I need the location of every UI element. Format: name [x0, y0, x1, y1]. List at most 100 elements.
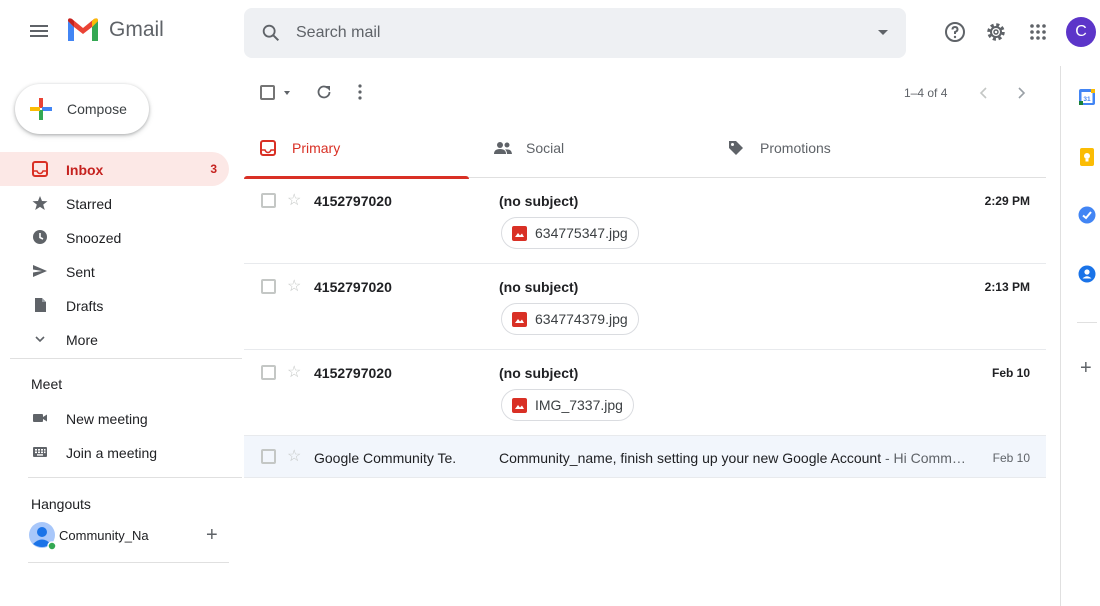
- email-sender: 4152797020: [314, 365, 392, 381]
- rail-divider: [1077, 322, 1097, 323]
- compose-label: Compose: [67, 101, 127, 117]
- email-time: 2:29 PM: [984, 194, 1030, 208]
- sidebar-item-sent[interactable]: Sent: [0, 254, 232, 288]
- new-meeting-item[interactable]: New meeting: [0, 401, 232, 435]
- select-dropdown-icon[interactable]: [284, 91, 290, 95]
- tab-social[interactable]: Social: [478, 118, 703, 178]
- keep-icon[interactable]: [1078, 148, 1096, 166]
- tab-primary[interactable]: Primary: [244, 118, 469, 179]
- star-toggle-icon[interactable]: ☆: [287, 449, 301, 465]
- next-page-icon[interactable]: [1016, 86, 1026, 100]
- main-menu-button[interactable]: [28, 22, 50, 44]
- sidebar-item-more[interactable]: More: [0, 322, 232, 356]
- tag-icon: [729, 141, 743, 155]
- inbox-icon: [32, 161, 48, 177]
- search-bar[interactable]: [244, 8, 906, 58]
- inbox-icon: [260, 140, 276, 156]
- search-input[interactable]: [296, 8, 856, 58]
- join-meeting-item[interactable]: Join a meeting: [0, 435, 232, 469]
- new-meeting-label: New meeting: [66, 411, 148, 427]
- tab-promotions[interactable]: Promotions: [712, 118, 937, 178]
- tasks-icon[interactable]: [1078, 206, 1096, 224]
- sidebar-item-snoozed[interactable]: Snoozed: [0, 220, 232, 254]
- hangouts-user-name: Community_Na: [59, 528, 149, 543]
- people-icon: [494, 142, 512, 154]
- email-subject: (no subject): [499, 279, 579, 295]
- image-file-icon: [512, 311, 527, 327]
- row-checkbox[interactable]: [261, 279, 276, 294]
- attachment-chip[interactable]: 634774379.jpg: [501, 303, 639, 335]
- select-all-checkbox[interactable]: [260, 85, 275, 100]
- row-checkbox[interactable]: [261, 449, 276, 464]
- app-name: Gmail: [109, 18, 164, 41]
- sidebar-item-starred[interactable]: Starred: [0, 186, 232, 220]
- join-meeting-label: Join a meeting: [66, 445, 158, 461]
- attachment-chip[interactable]: 634775347.jpg: [501, 217, 639, 249]
- email-subject: (no subject): [499, 365, 579, 381]
- email-subject-snippet: Community_name, finish setting up your n…: [499, 450, 966, 466]
- search-options-icon[interactable]: [878, 30, 888, 35]
- chevron-down-icon: [35, 336, 45, 343]
- email-row[interactable]: ☆ 4152797020 (no subject) Feb 10 IMG_733…: [244, 350, 1046, 436]
- sidebar-item-inbox[interactable]: Inbox 3: [0, 152, 229, 186]
- more-options-icon[interactable]: [356, 83, 364, 101]
- star-icon: [32, 196, 48, 210]
- video-icon: [33, 414, 47, 422]
- email-row[interactable]: ☆ 4152797020 (no subject) 2:13 PM 634774…: [244, 264, 1046, 350]
- draft-icon: [35, 298, 46, 312]
- image-file-icon: [512, 397, 527, 413]
- top-bar: Gmail C: [0, 0, 1100, 66]
- row-checkbox[interactable]: [261, 193, 276, 208]
- sidebar-nav: Inbox 3 Starred Snoozed Sent Drafts More: [0, 152, 232, 356]
- email-sender: 4152797020: [314, 193, 392, 209]
- row-checkbox[interactable]: [261, 365, 276, 380]
- plus-icon: [30, 98, 52, 120]
- gmail-logo[interactable]: Gmail: [66, 17, 164, 43]
- email-subject: Community_name, finish setting up your n…: [499, 450, 882, 466]
- apps-grid-icon[interactable]: [1026, 20, 1050, 44]
- gmail-m-icon: [68, 18, 98, 41]
- send-icon: [33, 265, 47, 277]
- attachment-name: 634774379.jpg: [535, 311, 628, 327]
- attachment-name: 634775347.jpg: [535, 225, 628, 241]
- account-avatar[interactable]: C: [1066, 17, 1096, 47]
- email-time: Feb 10: [991, 366, 1030, 380]
- previous-page-icon[interactable]: [979, 86, 989, 100]
- sidebar-item-label: Snoozed: [66, 230, 122, 246]
- pagination-text: 1–4 of 4: [904, 86, 948, 100]
- help-icon[interactable]: [943, 20, 967, 44]
- attachment-chip[interactable]: IMG_7337.jpg: [501, 389, 634, 421]
- user-avatar-icon: [29, 522, 57, 551]
- mail-toolbar: 1–4 of 4: [244, 70, 1046, 116]
- tab-label: Primary: [292, 140, 341, 156]
- email-sender: 4152797020: [314, 279, 392, 295]
- tab-label: Social: [526, 140, 565, 156]
- settings-icon[interactable]: [984, 20, 1008, 44]
- get-addons-icon[interactable]: +: [1080, 357, 1092, 380]
- email-list: ☆ 4152797020 (no subject) 2:29 PM 634775…: [244, 178, 1046, 478]
- compose-button[interactable]: Compose: [15, 84, 149, 134]
- star-toggle-icon[interactable]: ☆: [287, 365, 301, 381]
- add-hangout-icon[interactable]: +: [206, 524, 218, 547]
- hangouts-section-title: Hangouts: [31, 496, 91, 512]
- sidebar-item-label: Inbox: [66, 162, 104, 178]
- star-toggle-icon[interactable]: ☆: [287, 193, 301, 209]
- contacts-icon[interactable]: [1078, 265, 1096, 283]
- email-snippet: - Hi Comm…: [881, 450, 966, 466]
- side-panel-rail: 31 +: [1060, 66, 1100, 606]
- refresh-icon[interactable]: [315, 83, 333, 101]
- calendar-icon[interactable]: 31: [1078, 88, 1096, 106]
- sidebar-item-drafts[interactable]: Drafts: [0, 288, 232, 322]
- attachment-name: IMG_7337.jpg: [535, 397, 623, 413]
- search-icon[interactable]: [260, 22, 282, 44]
- clock-icon: [33, 230, 47, 244]
- tab-label: Promotions: [760, 140, 831, 156]
- hangouts-user[interactable]: Community_Na +: [28, 521, 233, 551]
- star-toggle-icon[interactable]: ☆: [287, 279, 301, 295]
- email-subject: (no subject): [499, 193, 579, 209]
- sidebar-divider: [28, 562, 229, 563]
- email-row[interactable]: ☆ 4152797020 (no subject) 2:29 PM 634775…: [244, 178, 1046, 264]
- email-row[interactable]: ☆ Google Community Te. Community_name, f…: [244, 436, 1046, 478]
- image-file-icon: [512, 225, 527, 241]
- email-time: 2:13 PM: [984, 280, 1030, 294]
